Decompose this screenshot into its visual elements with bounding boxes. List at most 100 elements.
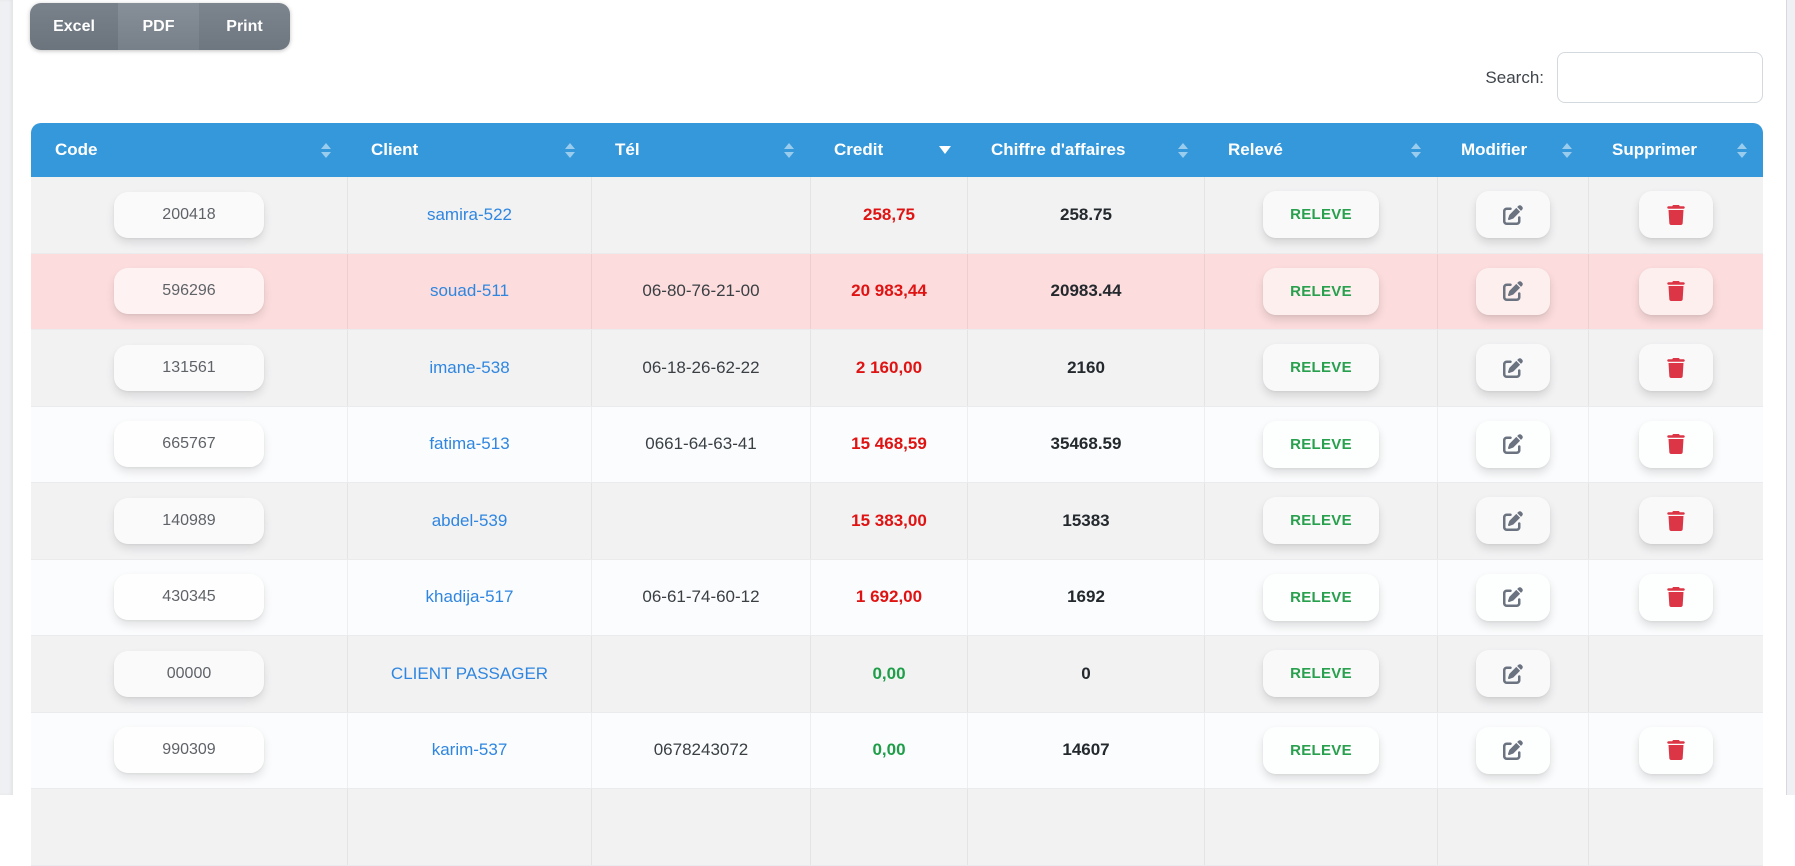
credit-value: 1 692,00 <box>855 587 923 607</box>
trash-icon <box>1667 434 1685 455</box>
code-cell: 990309 <box>31 713 347 789</box>
sort-desc-arrow <box>939 146 951 154</box>
client-link[interactable]: samira-522 <box>427 205 512 225</box>
empty-cell <box>967 789 1204 865</box>
sort-arrows-icon[interactable] <box>1411 142 1421 158</box>
revenue-cell: 15383 <box>967 483 1204 559</box>
delete-cell <box>1588 177 1763 253</box>
table-row: 00000 CLIENT PASSAGER 0,00 0 RELEVE <box>31 636 1763 713</box>
edit-button[interactable] <box>1476 267 1550 315</box>
delete-button[interactable] <box>1639 573 1713 621</box>
edit-button[interactable] <box>1476 344 1550 392</box>
code-badge: 140989 <box>114 497 264 544</box>
phone-cell: 06-18-26-62-22 <box>591 330 810 406</box>
modify-cell <box>1437 483 1588 559</box>
credit-cell: 15 383,00 <box>810 483 967 559</box>
releve-cell: RELEVE <box>1204 253 1437 329</box>
sort-down-arrow <box>321 151 331 158</box>
search-input[interactable] <box>1557 52 1763 103</box>
sort-desc-icon[interactable] <box>939 146 951 154</box>
sort-arrows-icon[interactable] <box>565 142 575 158</box>
modify-cell <box>1437 406 1588 482</box>
sort-up-arrow <box>565 142 575 149</box>
releve-button[interactable]: RELEVE <box>1263 726 1379 774</box>
client-link[interactable]: souad-511 <box>430 281 509 301</box>
delete-cell <box>1588 406 1763 482</box>
credit-value: 20 983,44 <box>851 281 927 301</box>
column-label: Credit <box>834 140 884 159</box>
client-link[interactable]: karim-537 <box>432 740 508 760</box>
column-header-tel[interactable]: Tél <box>591 123 810 177</box>
print-button[interactable]: Print <box>199 3 290 50</box>
delete-button[interactable] <box>1639 344 1713 392</box>
revenue-cell: 20983.44 <box>967 253 1204 329</box>
column-label: Modifier <box>1461 140 1528 159</box>
client-cell: abdel-539 <box>347 483 591 559</box>
delete-button[interactable] <box>1639 726 1713 774</box>
column-header-client[interactable]: Client <box>347 123 591 177</box>
edit-button[interactable] <box>1476 726 1550 774</box>
table-row: 200418 samira-522 258,75 258.75 RELEVE <box>31 177 1763 254</box>
edit-icon <box>1503 740 1523 761</box>
credit-cell: 20 983,44 <box>810 253 967 329</box>
pdf-export-button[interactable]: PDF <box>118 3 199 50</box>
edit-icon <box>1503 434 1523 455</box>
column-header-modifier[interactable]: Modifier <box>1437 123 1588 177</box>
client-phone: 06-80-76-21-00 <box>642 281 760 301</box>
releve-cell: RELEVE <box>1204 712 1437 788</box>
releve-button[interactable]: RELEVE <box>1263 573 1379 621</box>
delete-button[interactable] <box>1639 267 1713 315</box>
table-row: 430345 khadija-517 06-61-74-60-12 1 692,00 1… <box>31 559 1763 636</box>
releve-cell: RELEVE <box>1204 483 1437 559</box>
edit-icon <box>1503 357 1523 378</box>
client-link[interactable]: abdel-539 <box>432 511 508 531</box>
sort-arrows-icon[interactable] <box>1737 142 1747 158</box>
releve-button[interactable]: RELEVE <box>1263 267 1379 315</box>
delete-button[interactable] <box>1639 497 1713 545</box>
client-cell: karim-537 <box>347 712 591 788</box>
edit-button[interactable] <box>1476 191 1550 239</box>
phone-cell: 0661-64-63-41 <box>591 406 810 482</box>
client-phone: 06-18-26-62-22 <box>642 357 760 377</box>
column-header-code[interactable]: Code <box>31 123 347 177</box>
scrollbar-track[interactable] <box>1786 0 1795 795</box>
trash-icon <box>1667 510 1685 531</box>
credit-cell: 0,00 <box>810 636 967 712</box>
releve-cell: RELEVE <box>1204 177 1437 253</box>
releve-button[interactable]: RELEVE <box>1263 650 1379 698</box>
revenue-cell: 1692 <box>967 559 1204 635</box>
credit-cell: 2 160,00 <box>810 330 967 406</box>
delete-button[interactable] <box>1639 191 1713 239</box>
excel-export-button[interactable]: Excel <box>30 3 118 50</box>
client-link[interactable]: fatima-513 <box>429 434 509 454</box>
table-row-partial <box>31 789 1763 866</box>
delete-button[interactable] <box>1639 420 1713 468</box>
sort-arrows-icon[interactable] <box>1562 142 1572 158</box>
client-link[interactable]: khadija-517 <box>426 587 514 607</box>
code-badge: 131561 <box>114 344 264 391</box>
releve-button[interactable]: RELEVE <box>1263 191 1379 239</box>
column-header-chiffre-daffaires[interactable]: Chiffre d'affaires <box>967 123 1204 177</box>
client-cell: samira-522 <box>347 177 591 253</box>
column-header-releve[interactable]: Relevé <box>1204 123 1437 177</box>
table-row: 665767 fatima-513 0661-64-63-41 15 468,59 35… <box>31 406 1763 483</box>
edit-button[interactable] <box>1476 420 1550 468</box>
column-header-credit[interactable]: Credit <box>810 123 967 177</box>
revenue-value: 1692 <box>1067 587 1105 607</box>
sort-arrows-icon[interactable] <box>784 142 794 158</box>
edit-button[interactable] <box>1476 573 1550 621</box>
edit-button[interactable] <box>1476 497 1550 545</box>
releve-button[interactable]: RELEVE <box>1263 344 1379 392</box>
trash-icon <box>1667 587 1685 608</box>
releve-button[interactable]: RELEVE <box>1263 497 1379 545</box>
releve-button[interactable]: RELEVE <box>1263 420 1379 468</box>
client-link[interactable]: imane-538 <box>429 358 509 378</box>
sort-arrows-icon[interactable] <box>1178 142 1188 158</box>
trash-icon <box>1667 281 1685 302</box>
sort-arrows-icon[interactable] <box>321 142 331 158</box>
column-header-supprimer[interactable]: Supprimer <box>1588 123 1763 177</box>
trash-icon <box>1667 740 1685 761</box>
edit-button[interactable] <box>1476 650 1550 698</box>
client-link[interactable]: CLIENT PASSAGER <box>391 664 548 684</box>
modify-cell <box>1437 330 1588 406</box>
